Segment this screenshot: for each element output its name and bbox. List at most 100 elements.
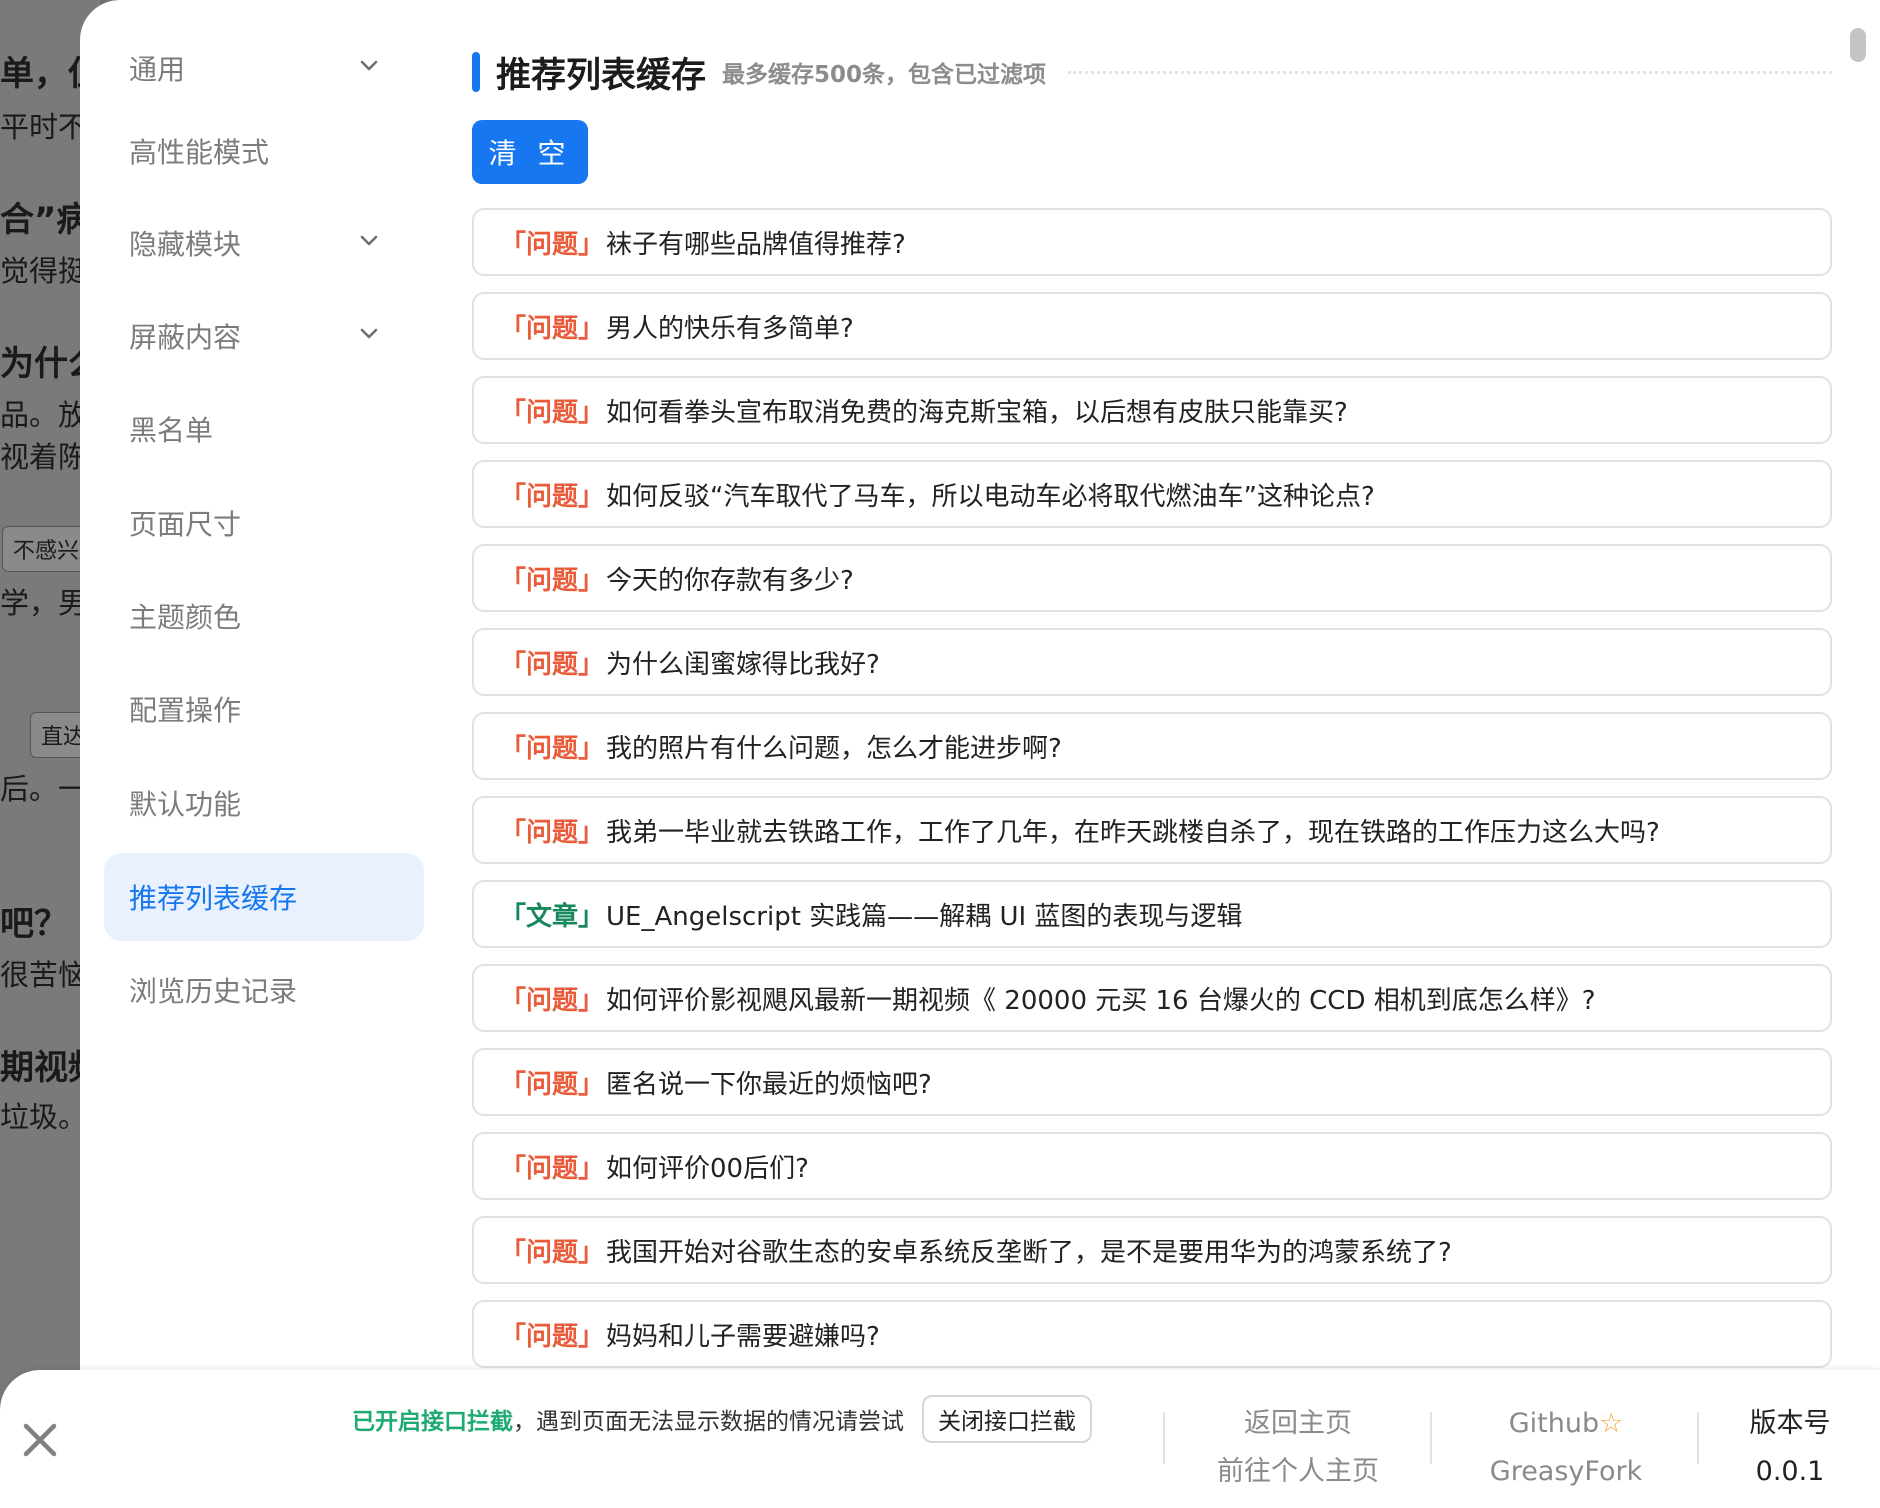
list-item[interactable]: 「问题」 如何反驳“汽车取代了马车，所以电动车必将取代燃油车”这种论点? [472, 460, 1832, 528]
question-type-label: 「问题」 [500, 313, 605, 344]
question-type-label: 「问题」 [500, 565, 605, 596]
disable-intercept-button[interactable]: 关闭接口拦截 [922, 1395, 1092, 1443]
list-item[interactable]: 「问题」 袜子有哪些品牌值得推荐? [472, 208, 1832, 276]
item-title: 我弟一毕业就去铁路工作，工作了几年，在昨天跳楼自杀了，现在铁路的工作压力这么大吗… [606, 817, 1660, 848]
clear-cache-button[interactable]: 清 空 [472, 120, 588, 184]
list-item[interactable]: 「问题」 男人的快乐有多简单? [472, 292, 1832, 360]
item-title: 如何评价00后们? [606, 1153, 809, 1184]
home-links: 返回主页 前往个人主页 [1188, 1400, 1408, 1496]
home-link[interactable]: 返回主页 [1188, 1400, 1408, 1448]
bg-text: 吧？ [0, 904, 68, 944]
intercept-notice: 已开启接口拦截 ，遇到页面无法显示数据的情况请尝试 关闭接口拦截 [352, 1394, 1092, 1444]
list-item[interactable]: 「问题」 为什么闺蜜嫁得比我好? [472, 628, 1832, 696]
item-title: 男人的快乐有多简单? [606, 313, 854, 344]
sidebar-item-theme-color[interactable]: 主题颜色 [104, 572, 424, 660]
question-type-label: 「问题」 [500, 229, 605, 260]
section-accent-bar [472, 52, 480, 92]
list-item[interactable]: 「问题」 我国开始对谷歌生态的安卓系统反垄断了，是不是要用华为的鸿蒙系统了? [472, 1216, 1832, 1284]
sidebar-item-label: 推荐列表缓存 [129, 882, 298, 915]
sidebar-item-label: 隐藏模块 [129, 228, 242, 261]
bg-text: 垃圾。 [0, 1100, 88, 1134]
question-type-label: 「问题」 [500, 985, 605, 1016]
sidebar-item-label: 主题颜色 [129, 601, 242, 634]
question-type-label: 「问题」 [500, 1237, 605, 1268]
sidebar-item-label: 浏览历史记录 [129, 975, 298, 1008]
sidebar-item-default-features[interactable]: 默认功能 [104, 759, 424, 847]
list-item[interactable]: 「问题」 如何评价00后们? [472, 1132, 1832, 1200]
article-type-label: 「文章」 [500, 901, 605, 932]
question-type-label: 「问题」 [500, 481, 605, 512]
sidebar-item-config-actions[interactable]: 配置操作 [104, 665, 424, 753]
footer-divider [1430, 1412, 1432, 1464]
external-links: Github☆ GreasyFork [1456, 1400, 1676, 1496]
question-type-label: 「问题」 [500, 1321, 605, 1352]
question-type-label: 「问题」 [500, 733, 605, 764]
bg-text: 学，男 [0, 586, 88, 620]
greasyfork-link[interactable]: GreasyFork [1456, 1448, 1676, 1496]
sidebar-item-page-size[interactable]: 页面尺寸 [104, 479, 424, 567]
sidebar-item-performance[interactable]: 高性能模式 [104, 107, 424, 195]
sidebar-item-label: 高性能模式 [129, 136, 270, 169]
sidebar-item-blacklist[interactable]: 黑名单 [104, 385, 424, 473]
bg-text: 平时不 [0, 110, 88, 144]
sidebar-item-label: 页面尺寸 [129, 508, 242, 541]
question-type-label: 「问题」 [500, 649, 605, 680]
sidebar-item-label: 黑名单 [129, 414, 214, 447]
bg-text: 品。放 [0, 398, 88, 432]
settings-sidebar: 通用 高性能模式 隐藏模块 屏蔽内容 黑名单 页面尺寸 主题颜色 配置操作 默认… [80, 0, 440, 1370]
cache-list: 「问题」 袜子有哪些品牌值得推荐? 「问题」 男人的快乐有多简单? 「问题」 如何看拳… [472, 208, 1832, 1370]
item-title: 如何评价影视飓风最新一期视频《 20000 元买 16 台爆火的 CCD 相机到… [606, 985, 1596, 1016]
list-item[interactable]: 「问题」 今天的你存款有多少? [472, 544, 1832, 612]
footer-bar: 已开启接口拦截 ，遇到页面无法显示数据的情况请尝试 关闭接口拦截 返回主页 前往… [0, 1370, 1880, 1508]
sidebar-item-label: 屏蔽内容 [129, 321, 242, 354]
version-info: 版本号 0.0.1 [1680, 1400, 1880, 1496]
list-item[interactable]: 「问题」 我弟一毕业就去铁路工作，工作了几年，在昨天跳楼自杀了，现在铁路的工作压力… [472, 796, 1832, 864]
item-title: 匿名说一下你最近的烦恼吧? [606, 1069, 932, 1100]
list-item[interactable]: 「问题」 如何评价影视飓风最新一期视频《 20000 元买 16 台爆火的 CCD… [472, 964, 1832, 1032]
item-title: 如何反驳“汽车取代了马车，所以电动车必将取代燃油车”这种论点? [606, 481, 1375, 512]
scrollbar-thumb[interactable] [1850, 28, 1866, 62]
sidebar-item-label: 配置操作 [129, 694, 242, 727]
list-item[interactable]: 「问题」 如何看拳头宣布取消免费的海克斯宝箱，以后想有皮肤只能靠买? [472, 376, 1832, 444]
bg-text: 视着陈 [0, 440, 88, 474]
list-item[interactable]: 「问题」 我的照片有什么问题，怎么才能进步啊? [472, 712, 1832, 780]
section-divider [1068, 70, 1832, 74]
chevron-down-icon [360, 235, 378, 246]
item-title: 为什么闺蜜嫁得比我好? [606, 649, 880, 680]
bg-text: 觉得挺 [0, 254, 88, 288]
bg-text: 合”病 [0, 200, 91, 240]
close-icon[interactable] [20, 1420, 60, 1460]
bg-text: 后。一 [0, 772, 88, 806]
star-icon: ☆ [1599, 1408, 1624, 1439]
item-title: 袜子有哪些品牌值得推荐? [606, 229, 906, 260]
intercept-status: 已开启接口拦截 [352, 1409, 513, 1435]
section-header: 推荐列表缓存 最多缓存500条，包含已过滤项 [472, 50, 1832, 96]
bg-text: 很苦恼 [0, 958, 88, 992]
list-item[interactable]: 「问题」 匿名说一下你最近的烦恼吧? [472, 1048, 1832, 1116]
sidebar-item-label: 默认功能 [129, 788, 242, 821]
sidebar-item-hide-modules[interactable]: 隐藏模块 [104, 199, 424, 287]
version-label: 版本号 [1749, 1408, 1831, 1439]
version-value: 0.0.1 [1755, 1456, 1825, 1487]
chevron-down-icon [360, 60, 378, 71]
item-title: UE_Angelscript 实践篇——解耦 UI 蓝图的表现与逻辑 [606, 901, 1243, 932]
item-title: 今天的你存款有多少? [606, 565, 854, 596]
footer-divider [1163, 1412, 1165, 1464]
github-link[interactable]: Github☆ [1456, 1400, 1676, 1448]
sidebar-item-block-content[interactable]: 屏蔽内容 [104, 292, 424, 380]
item-title: 我的照片有什么问题，怎么才能进步啊? [606, 733, 1062, 764]
item-title: 如何看拳头宣布取消免费的海克斯宝箱，以后想有皮肤只能靠买? [606, 397, 1348, 428]
content-scrollbar[interactable] [1848, 20, 1868, 1360]
list-item[interactable]: 「问题」 妈妈和儿子需要避嫌吗? [472, 1300, 1832, 1368]
settings-modal: 通用 高性能模式 隐藏模块 屏蔽内容 黑名单 页面尺寸 主题颜色 配置操作 默认… [80, 0, 1880, 1370]
sidebar-item-general[interactable]: 通用 [104, 24, 424, 112]
github-label: Github [1508, 1408, 1600, 1439]
sidebar-item-label: 通用 [129, 53, 186, 86]
sidebar-item-recommend-cache[interactable]: 推荐列表缓存 [104, 853, 424, 941]
section-subtitle: 最多缓存500条，包含已过滤项 [722, 62, 1047, 88]
intercept-hint: ，遇到页面无法显示数据的情况请尝试 [513, 1409, 904, 1435]
list-item[interactable]: 「文章」 UE_Angelscript 实践篇——解耦 UI 蓝图的表现与逻辑 [472, 880, 1832, 948]
profile-link[interactable]: 前往个人主页 [1188, 1448, 1408, 1496]
question-type-label: 「问题」 [500, 1069, 605, 1100]
sidebar-item-browse-history[interactable]: 浏览历史记录 [104, 946, 424, 1034]
